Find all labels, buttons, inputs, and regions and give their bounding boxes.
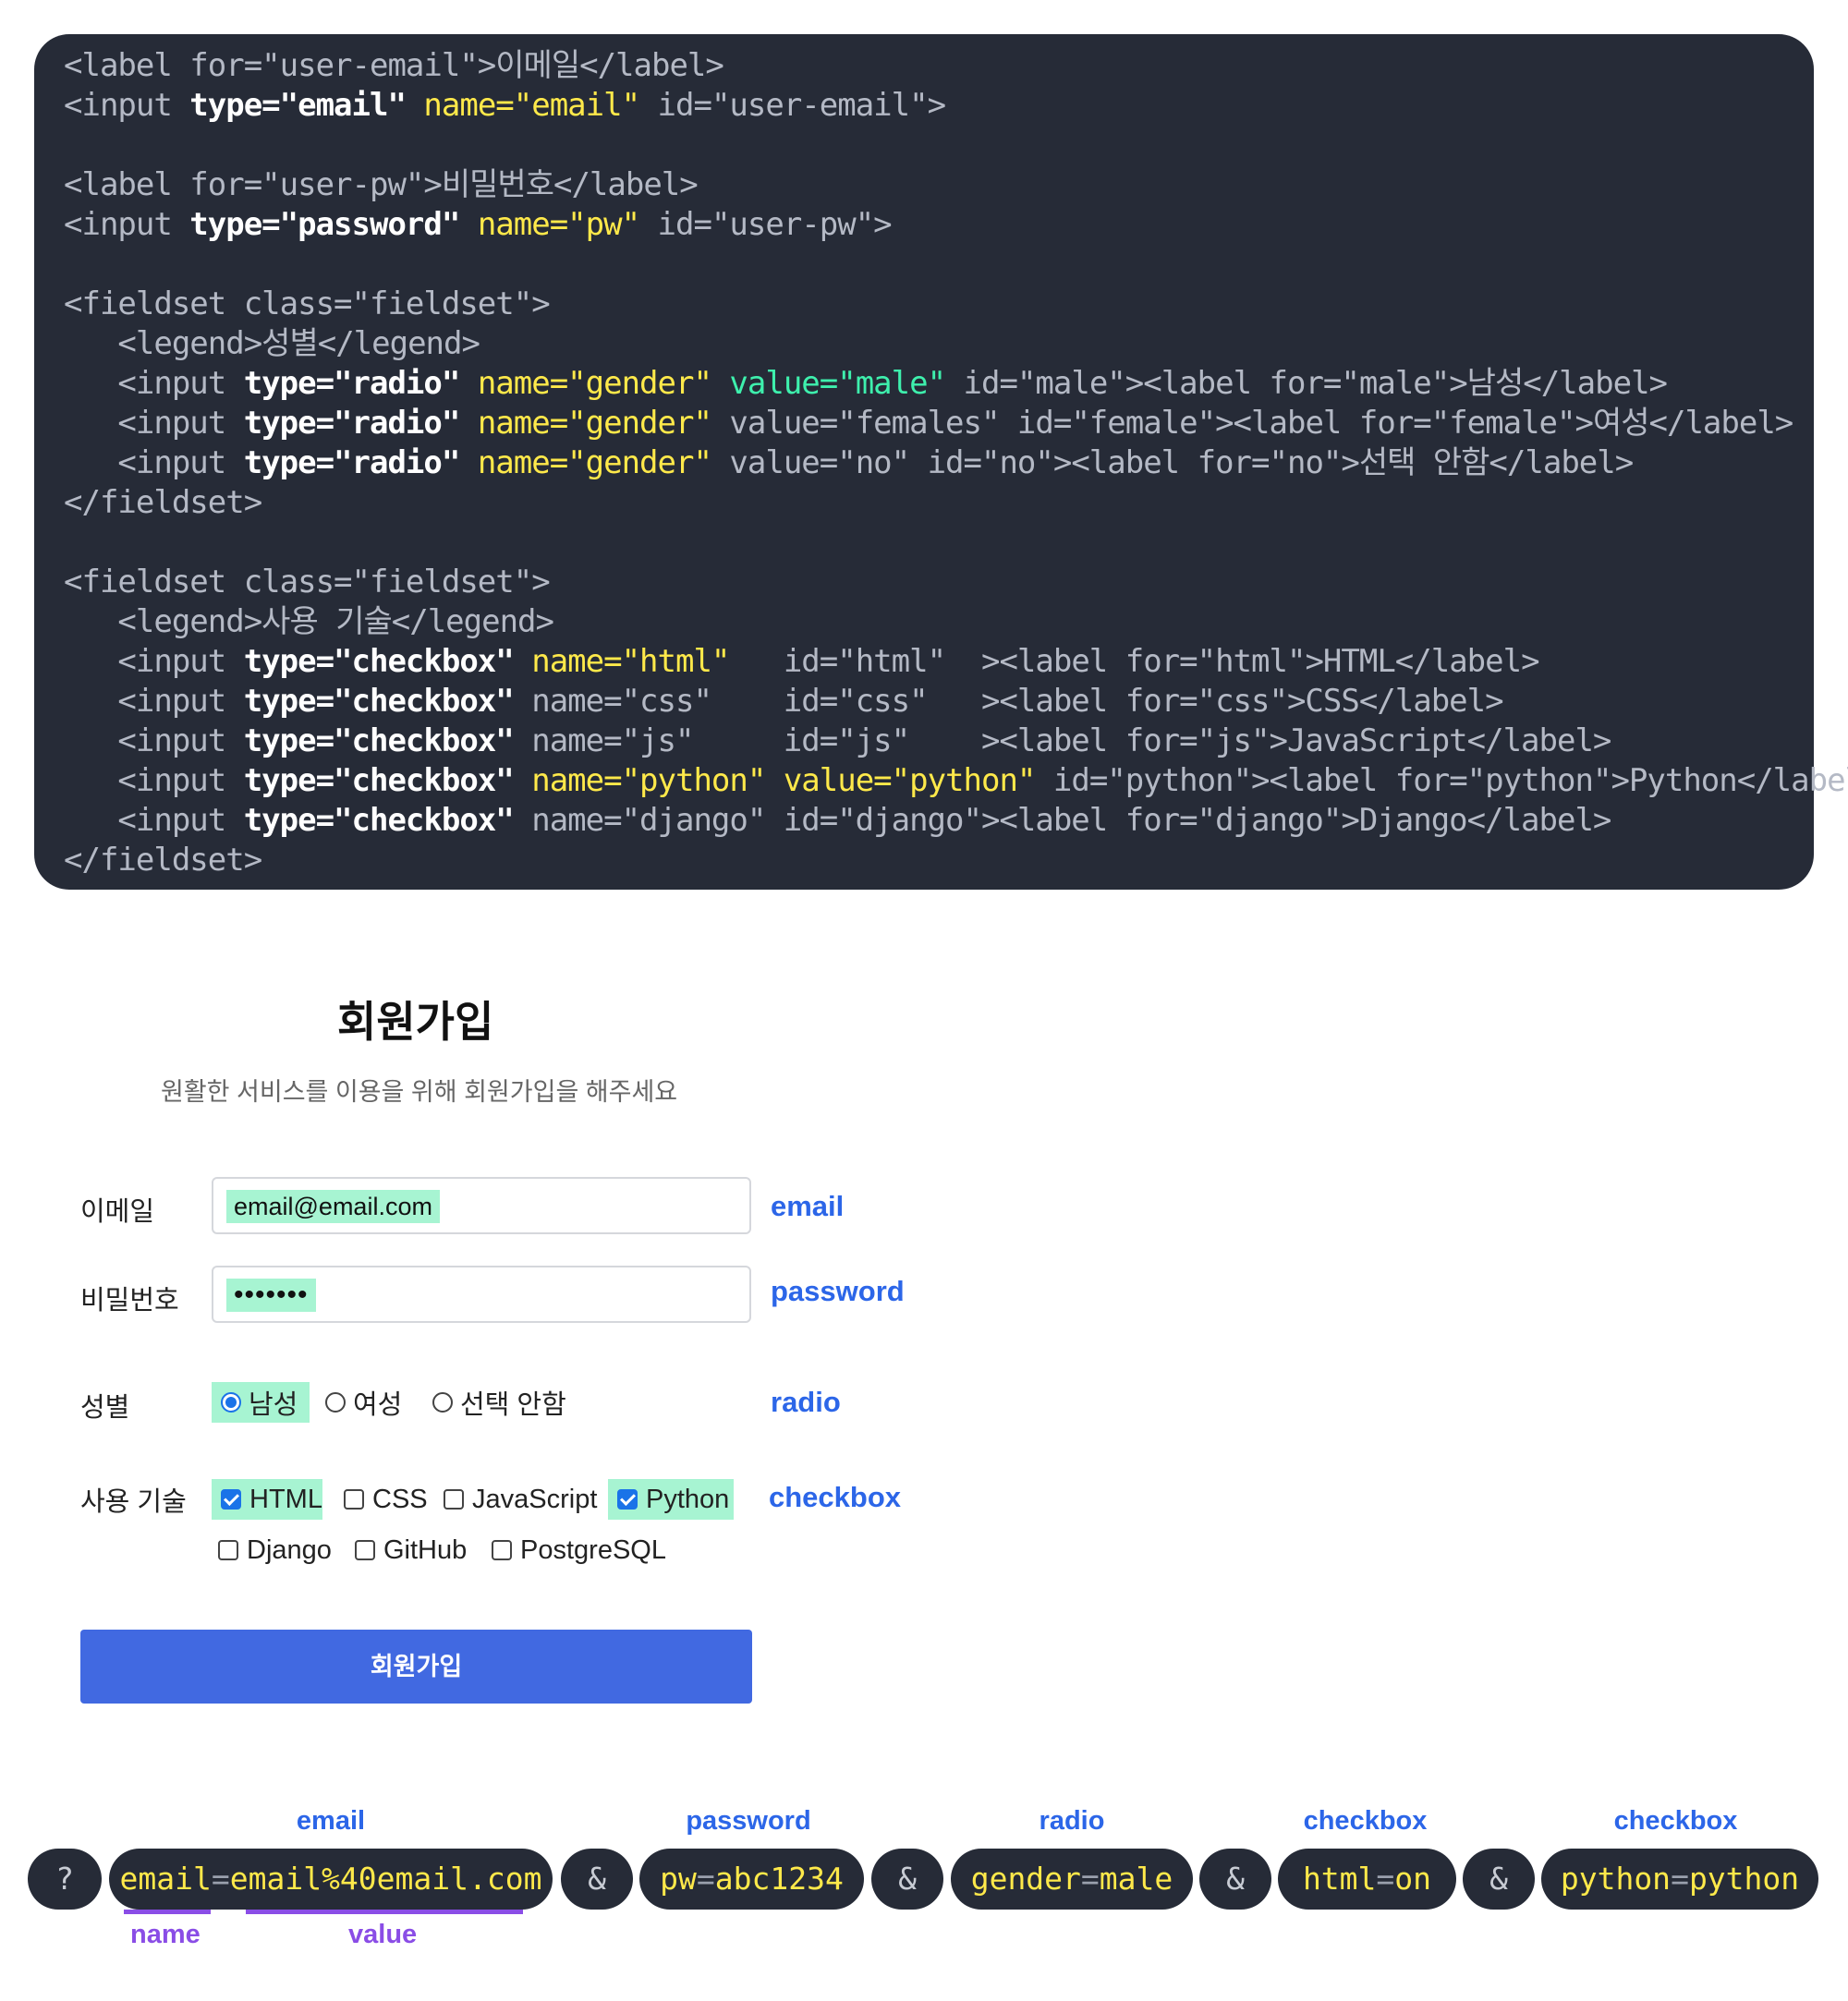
code-line: </fieldset> bbox=[64, 842, 262, 879]
query-pair-email: email=email%40email.com bbox=[109, 1849, 553, 1910]
checkbox-checked-icon bbox=[221, 1489, 241, 1510]
checkbox-label: Python bbox=[646, 1484, 730, 1514]
form-subtitle: 원활한 서비스를 이용을 위해 회원가입을 해주세요 bbox=[161, 1078, 678, 1106]
password-label: 비밀번호 bbox=[80, 1286, 179, 1316]
email-field[interactable]: email@email.com bbox=[212, 1177, 751, 1234]
checkbox-type-tag: checkbox bbox=[769, 1481, 902, 1513]
checkbox-javascript[interactable]: JavaScript bbox=[434, 1479, 597, 1520]
checkbox-label: PostgreSQL bbox=[520, 1534, 666, 1565]
checkbox-checked-icon bbox=[617, 1489, 638, 1510]
checkbox-django[interactable]: Django bbox=[209, 1530, 332, 1570]
checkbox-icon bbox=[344, 1489, 364, 1510]
radio-label: 여성 bbox=[353, 1390, 403, 1420]
code-line: <input type="radio" name="gender" value=… bbox=[64, 405, 1793, 442]
radio-label: 선택 안함 bbox=[460, 1390, 566, 1420]
email-type-tag: email bbox=[771, 1190, 845, 1222]
checkbox-label: CSS bbox=[372, 1484, 428, 1514]
checkbox-icon bbox=[492, 1540, 512, 1560]
value-caption: value bbox=[348, 1920, 418, 1949]
query-pair-password: pw=abc1234 bbox=[639, 1849, 864, 1910]
radio-type-tag: radio bbox=[771, 1386, 841, 1418]
email-label: 이메일 bbox=[80, 1197, 155, 1227]
radio-icon bbox=[325, 1392, 346, 1413]
code-lines: <label for="user-email">이메일</label> <inp… bbox=[64, 46, 1848, 880]
query-ampersand: & bbox=[561, 1849, 633, 1910]
checkbox-github[interactable]: GitHub bbox=[346, 1530, 467, 1570]
value-underline bbox=[246, 1910, 523, 1914]
query-label-email: email bbox=[296, 1806, 366, 1836]
code-line: <label for="user-email">이메일</label> bbox=[64, 47, 724, 84]
code-line: <input type="checkbox" name="css" id="cs… bbox=[64, 683, 1503, 720]
radio-label: 남성 bbox=[249, 1390, 298, 1420]
checkbox-css[interactable]: CSS bbox=[334, 1479, 428, 1520]
radio-male[interactable]: 남성 bbox=[212, 1382, 310, 1423]
password-value: ••••••• bbox=[226, 1279, 316, 1312]
code-line: <input type="radio" name="gender" value=… bbox=[64, 365, 1668, 402]
query-ampersand: & bbox=[1463, 1849, 1535, 1910]
code-line: <input type="checkbox" name="js" id="js"… bbox=[64, 722, 1611, 759]
tech-label: 사용 기술 bbox=[80, 1487, 187, 1517]
radio-selected-icon bbox=[221, 1392, 241, 1413]
checkbox-label: JavaScript bbox=[472, 1484, 598, 1514]
query-label-password: password bbox=[686, 1806, 811, 1836]
query-pair-python: python=python bbox=[1541, 1849, 1818, 1910]
code-line: <input type="email" name="email" id="use… bbox=[64, 87, 946, 124]
signup-button[interactable]: 회원가입 bbox=[80, 1630, 752, 1704]
name-caption: name bbox=[130, 1920, 201, 1949]
code-line: <input type="checkbox" name="django" id=… bbox=[64, 802, 1611, 839]
code-line: <input type="checkbox" name="python" val… bbox=[64, 762, 1848, 799]
query-ampersand: & bbox=[1199, 1849, 1271, 1910]
code-line: <legend>사용 기술</legend> bbox=[64, 603, 554, 640]
code-line: <legend>성별</legend> bbox=[64, 325, 480, 362]
email-value: email@email.com bbox=[226, 1190, 440, 1223]
code-line: <fieldset class="fieldset"> bbox=[64, 564, 551, 600]
query-ampersand: & bbox=[871, 1849, 943, 1910]
radio-none[interactable]: 선택 안함 bbox=[423, 1382, 566, 1423]
query-label-checkbox-python: checkbox bbox=[1613, 1806, 1738, 1836]
code-line: <input type="checkbox" name="html" id="h… bbox=[64, 643, 1539, 680]
query-label-radio: radio bbox=[1039, 1806, 1105, 1836]
form-title: 회원가입 bbox=[337, 998, 494, 1046]
query-label-checkbox-html: checkbox bbox=[1303, 1806, 1428, 1836]
code-line: <label for="user-pw">비밀번호</label> bbox=[64, 166, 699, 203]
checkbox-label: Django bbox=[247, 1534, 332, 1565]
code-line: <input type="password" name="pw" id="use… bbox=[64, 206, 893, 243]
radio-female[interactable]: 여성 bbox=[316, 1382, 402, 1423]
query-question-mark: ? bbox=[28, 1849, 102, 1910]
query-pair-gender: gender=male bbox=[951, 1849, 1193, 1910]
code-line: </fieldset> bbox=[64, 484, 262, 521]
checkbox-python[interactable]: Python bbox=[608, 1479, 734, 1520]
password-field[interactable]: ••••••• bbox=[212, 1266, 751, 1323]
checkbox-html[interactable]: HTML bbox=[212, 1479, 322, 1520]
checkbox-label: GitHub bbox=[383, 1534, 468, 1565]
password-type-tag: password bbox=[771, 1275, 905, 1307]
code-line: <input type="radio" name="gender" value=… bbox=[64, 444, 1634, 481]
checkbox-postgresql[interactable]: PostgreSQL bbox=[482, 1530, 666, 1570]
code-line: <fieldset class="fieldset"> bbox=[64, 285, 551, 322]
checkbox-icon bbox=[218, 1540, 238, 1560]
checkbox-icon bbox=[444, 1489, 464, 1510]
checkbox-icon bbox=[355, 1540, 375, 1560]
code-block: <label for="user-email">이메일</label> <inp… bbox=[34, 34, 1848, 890]
name-underline bbox=[124, 1910, 211, 1914]
gender-label: 성별 bbox=[80, 1393, 130, 1423]
checkbox-label: HTML bbox=[249, 1484, 322, 1514]
radio-icon bbox=[432, 1392, 453, 1413]
query-pair-html: html=on bbox=[1278, 1849, 1456, 1910]
